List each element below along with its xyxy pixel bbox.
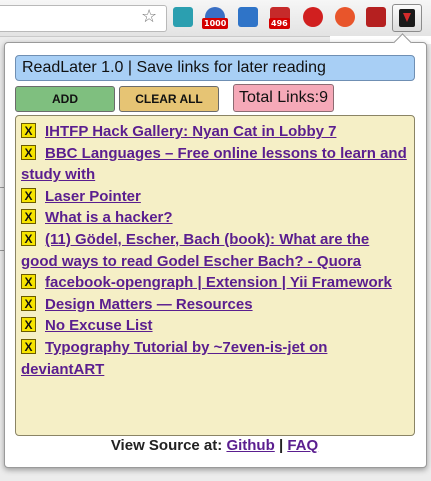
saved-link[interactable]: What is a hacker? <box>45 209 173 226</box>
list-item: Xfacebook-opengraph | Extension | Yii Fr… <box>21 272 410 294</box>
footer: View Source at: Github | FAQ <box>4 437 425 455</box>
add-button[interactable]: ADD <box>15 86 115 112</box>
saved-link[interactable]: (11) Gödel, Escher, Bach (book): What ar… <box>21 231 369 270</box>
saved-link[interactable]: BBC Languages – Free online lessons to l… <box>21 145 407 184</box>
list-item: X BBC Languages – Free online lessons to … <box>21 143 410 186</box>
bookmarks-icon[interactable] <box>173 7 193 27</box>
rss-count-badge: 1000 <box>202 18 229 29</box>
list-item: X Laser Pointer <box>21 186 410 208</box>
readlater-icon <box>399 9 415 27</box>
saved-links-list: X IHTFP Hack Gallery: Nyan Cat in Lobby 7… <box>15 115 415 436</box>
list-item: X No Excuse List <box>21 315 410 337</box>
remove-link-button[interactable]: X <box>21 209 36 225</box>
github-link[interactable]: Github <box>226 437 274 454</box>
clear-all-button[interactable]: CLEAR ALL <box>119 86 219 112</box>
saved-link[interactable]: Typography Tutorial by ~7even-is-jet on … <box>21 339 327 378</box>
bookmark-star-icon[interactable]: ☆ <box>141 7 157 27</box>
list-item: X (11) Gödel, Escher, Bach (book): What a… <box>21 229 410 272</box>
remove-link-button[interactable]: X <box>21 295 36 311</box>
list-item: X What is a hacker? <box>21 207 410 229</box>
footer-separator: | <box>278 437 284 454</box>
remove-link-button[interactable]: X <box>21 187 36 203</box>
remove-link-button[interactable]: X <box>21 274 36 290</box>
stumbleupon-icon[interactable] <box>335 7 355 27</box>
remove-link-button[interactable]: X <box>21 123 36 138</box>
list-item: X IHTFP Hack Gallery: Nyan Cat in Lobby 7 <box>21 121 410 143</box>
list-item: X Typography Tutorial by ~7even-is-jet on… <box>21 337 410 380</box>
stop-icon[interactable] <box>303 7 323 27</box>
remove-link-button[interactable]: X <box>21 144 36 160</box>
browser-toolbar: ☆ 1000 496 <box>0 0 431 37</box>
gift-count-badge: 496 <box>269 18 290 29</box>
saved-link[interactable]: IHTFP Hack Gallery: Nyan Cat in Lobby 7 <box>45 123 336 140</box>
saved-link[interactable]: Laser Pointer <box>45 188 141 205</box>
remove-link-button[interactable]: X <box>21 338 36 354</box>
saved-link[interactable]: facebook-opengraph | Extension | Yii Fra… <box>45 274 392 291</box>
readlater-extension-button[interactable] <box>392 4 422 32</box>
remove-link-button[interactable]: X <box>21 317 36 333</box>
footer-label: View Source at: <box>110 437 223 454</box>
list-item: X Design Matters — Resources <box>21 294 410 316</box>
book-icon[interactable] <box>366 7 386 27</box>
saved-link[interactable]: Design Matters — Resources <box>45 296 253 313</box>
saved-link[interactable]: No Excuse List <box>45 317 153 334</box>
faq-link[interactable]: FAQ <box>287 437 318 454</box>
total-links-counter: Total Links:9 <box>233 84 334 112</box>
remove-link-button[interactable]: X <box>21 230 36 246</box>
popup-title: ReadLater 1.0 | Save links for later rea… <box>15 55 415 81</box>
screen-capture-icon[interactable] <box>238 7 258 27</box>
